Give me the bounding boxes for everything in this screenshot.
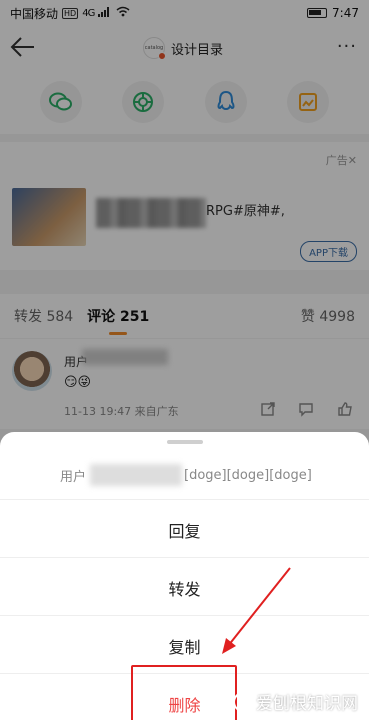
preview-text: [doge][doge][doge] (184, 468, 312, 483)
preview-username: 用户 (60, 470, 87, 485)
watermark-text: 爱刨根知识网 (256, 694, 358, 714)
preview-username-blur (90, 464, 182, 486)
highlight-box (131, 665, 237, 720)
screen: 中国移动 HD 4G 7:47 catalog 设计目录 ··· 广告✕ RPG… (0, 0, 369, 720)
repost-option[interactable]: 转发 (0, 560, 369, 616)
watermark: 爱刨根知识网 (233, 689, 358, 714)
comment-preview: 用户 [doge][doge][doge] (0, 452, 369, 500)
watermark-logo-icon (233, 691, 253, 712)
reply-option[interactable]: 回复 (0, 502, 369, 558)
sheet-handle[interactable] (167, 440, 203, 444)
